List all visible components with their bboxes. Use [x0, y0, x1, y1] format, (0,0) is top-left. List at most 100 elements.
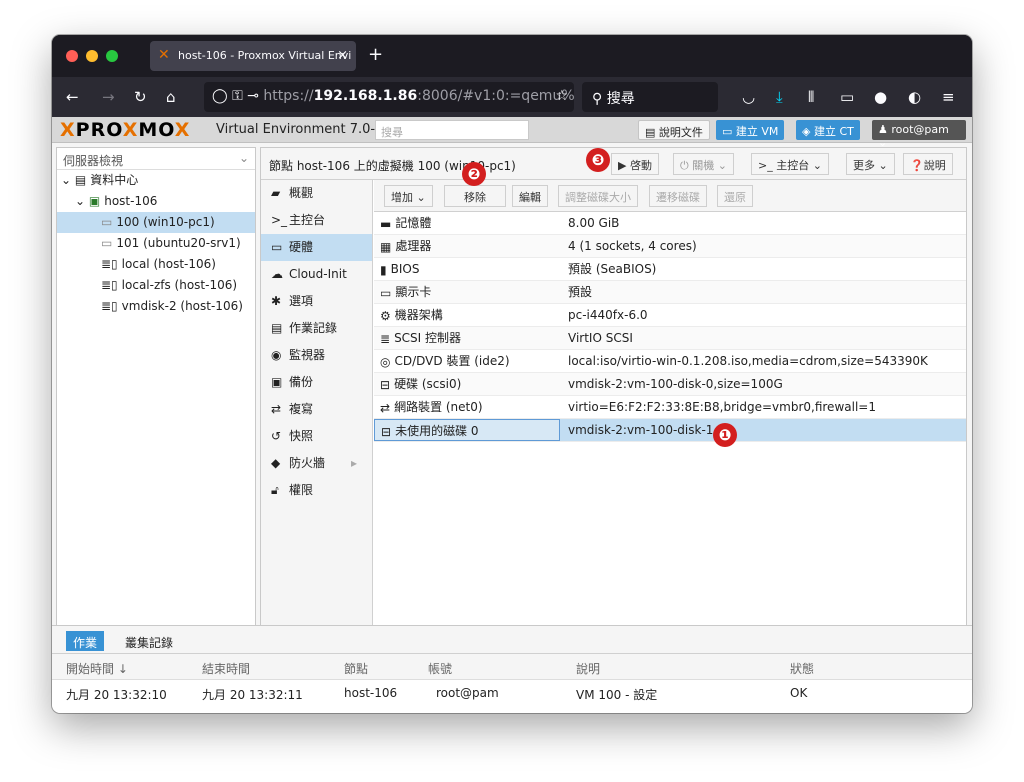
shutdown-button[interactable]: ⏻ 關機 ⌄ — [673, 153, 734, 175]
cube-icon: ◈ — [802, 125, 814, 138]
tree-storage-vmdisk-2[interactable]: ≣▯ vmdisk-2 (host-106) — [57, 296, 255, 317]
tab-title: host-106 - Proxmox Virtual Envi — [178, 49, 352, 62]
book-icon: ▤ — [645, 126, 659, 139]
close-tab-icon[interactable]: × — [337, 48, 348, 63]
menu-hardware[interactable]: ▭ 硬體 — [261, 234, 372, 261]
revert-button[interactable]: 還原 — [717, 185, 753, 207]
hw-row-cdrom[interactable]: ◎ CD/DVD 裝置 (ide2) local:iso/virtio-win-0.… — [374, 350, 966, 373]
new-tab-button[interactable]: + — [368, 44, 383, 65]
help-button[interactable]: ❓說明 — [903, 153, 953, 175]
menu-monitor[interactable]: ◉ 監視器 — [261, 342, 372, 369]
minimize-window-button[interactable] — [86, 50, 98, 62]
back-icon[interactable]: ← — [66, 88, 79, 106]
database-icon: ≣ — [380, 331, 391, 346]
hardware-panel: 增加 ⌄ 移除 編輯 調整磁碟大小 遷移磁碟 還原 ▬ 記憶體 8.00 GiB ▦… — [374, 180, 966, 700]
col-user[interactable]: 帳號 — [428, 660, 452, 677]
console-button[interactable]: >_ 主控台 ⌄ — [751, 153, 829, 175]
unlock-icon: 🔓︎ — [271, 483, 279, 497]
hw-row-display[interactable]: ▭ 顯示卡 預設 — [374, 281, 966, 304]
create-ct-button[interactable]: ◈ 建立 CT — [796, 120, 860, 140]
tree-datacenter[interactable]: ⌄ ▤ 資料中心 — [57, 170, 255, 191]
extension-icon[interactable]: ◐ — [908, 88, 921, 106]
col-start-time[interactable]: 開始時間 ↓ — [66, 660, 128, 677]
forward-icon[interactable]: → — [102, 88, 115, 106]
menu-permissions[interactable]: 🔓︎ 權限 — [261, 477, 372, 504]
resize-disk-button[interactable]: 調整磁碟大小 — [558, 185, 638, 207]
menu-icon[interactable]: ≡ — [942, 88, 955, 106]
col-description[interactable]: 說明 — [576, 660, 600, 677]
col-status[interactable]: 狀態 — [790, 660, 814, 677]
cloud-icon: ☁ — [271, 267, 283, 281]
reload-icon[interactable]: ↻ — [134, 88, 147, 106]
app-header: XPROXMOX Virtual Environment 7.0-11 搜尋 ▤… — [52, 117, 972, 149]
global-search-input[interactable]: 搜尋 — [375, 120, 529, 140]
sidebar-icon[interactable]: ▭ — [840, 88, 854, 106]
start-button[interactable]: ▶ 啓動 — [611, 153, 659, 175]
menu-console[interactable]: >_ 主控台 — [261, 207, 372, 234]
shield-icon: ◆ — [271, 456, 281, 470]
vm-icon: ▭ — [101, 215, 113, 229]
menu-backup[interactable]: ▣ 備份 — [261, 369, 372, 396]
hardware-toolbar: 增加 ⌄ 移除 編輯 調整磁碟大小 遷移磁碟 還原 — [374, 180, 966, 212]
pocket-icon[interactable]: ◡ — [742, 88, 755, 106]
menu-summary[interactable]: ▰ 概觀 — [261, 180, 372, 207]
monitor-icon: ▭ — [271, 240, 283, 254]
play-icon: ▶ — [618, 159, 630, 172]
move-disk-button[interactable]: 遷移磁碟 — [649, 185, 707, 207]
tab-tasks[interactable]: 作業 — [66, 631, 105, 651]
home-icon[interactable]: ⌂ — [166, 88, 176, 106]
monitor-icon: ▭ — [722, 125, 736, 138]
tree-node-host[interactable]: ⌄ ▣ host-106 — [57, 191, 255, 212]
hdd-icon: ⊟ — [381, 424, 392, 439]
hw-row-hard-disk[interactable]: ⊟ 硬碟 (scsi0) vmdisk-2:vm-100-disk-0,size=1… — [374, 373, 966, 396]
chevron-down-icon: ⌄ — [238, 151, 249, 165]
menu-options[interactable]: ✱ 選項 — [261, 288, 372, 315]
more-button[interactable]: 更多 ⌄ — [846, 153, 895, 175]
view-selector[interactable]: 伺服器檢視 ⌄ — [57, 148, 255, 170]
hw-row-unused-disk[interactable]: ⊟ 未使用的磁碟 0 vmdisk-2:vm-100-disk-1 — [374, 419, 966, 442]
hw-row-scsi-controller[interactable]: ≣ SCSI 控制器 VirtIO SCSI — [374, 327, 966, 350]
hw-row-memory[interactable]: ▬ 記憶體 8.00 GiB — [374, 212, 966, 235]
menu-task-history[interactable]: ▤ 作業記錄 — [261, 315, 372, 342]
browser-tab[interactable]: ✕ host-106 - Proxmox Virtual Envi × — [150, 41, 356, 71]
browser-search-label: 搜尋 — [606, 91, 635, 107]
tree-storage-local[interactable]: ≣▯ local (host-106) — [57, 254, 255, 275]
tree-vm-101[interactable]: ▭ 101 (ubuntu20-srv1) — [57, 233, 255, 254]
browser-window: ✕ host-106 - Proxmox Virtual Envi × + ← … — [52, 35, 972, 713]
menu-firewall[interactable]: ◆ 防火牆 ▸ — [261, 450, 372, 477]
search-icon: ⚲ — [592, 91, 607, 107]
library-icon[interactable]: ⫴ — [808, 88, 814, 106]
storage-icon: ≣▯ — [101, 257, 118, 271]
edit-button[interactable]: 編輯 — [512, 185, 548, 207]
hw-row-network[interactable]: ⇄ 網路裝置 (net0) virtio=E6:F2:F2:33:8E:B8,bri… — [374, 396, 966, 419]
tab-cluster-log[interactable]: 叢集記錄 — [118, 631, 180, 651]
menu-cloud-init[interactable]: ☁ Cloud-Init — [261, 261, 372, 288]
table-row[interactable]: 九月 20 13:32:10 九月 20 13:32:11 host-106 r… — [52, 680, 972, 706]
add-button[interactable]: 增加 ⌄ — [384, 185, 433, 207]
hw-row-bios[interactable]: ▮ BIOS 預設 (SeaBIOS) — [374, 258, 966, 281]
tree-storage-local-zfs[interactable]: ≣▯ local-zfs (host-106) — [57, 275, 255, 296]
account-icon[interactable]: ● — [874, 88, 887, 106]
remove-button[interactable]: 移除 — [444, 185, 506, 207]
close-window-button[interactable] — [66, 50, 78, 62]
book-icon: ▰ — [271, 186, 281, 200]
url-bar[interactable]: ◯ ⚿ ⊸ https://192.168.1.86:8006/#v1:0:=q… — [204, 82, 574, 112]
bookmark-star-icon[interactable]: ☆ — [555, 88, 568, 104]
menu-replication[interactable]: ⇄ 複寫 — [261, 396, 372, 423]
hw-row-machine[interactable]: ⚙ 機器架構 pc-i440fx-6.0 — [374, 304, 966, 327]
create-vm-button[interactable]: ▭ 建立 VM — [716, 120, 785, 140]
task-log-panel: 作業 叢集記錄 開始時間 ↓ 結束時間 節點 帳號 說明 狀態 九月 20 13… — [52, 625, 972, 713]
resource-tree: 伺服器檢視 ⌄ ⌄ ▤ 資料中心 ⌄ ▣ host-106 ▭ 100 (win10-p… — [56, 147, 256, 701]
col-end-time[interactable]: 結束時間 — [202, 660, 250, 677]
docs-button[interactable]: ▤ 說明文件 — [638, 120, 710, 140]
maximize-window-button[interactable] — [106, 50, 118, 62]
download-icon[interactable]: ⤓ — [776, 88, 783, 106]
tree-vm-100[interactable]: ▭ 100 (win10-pc1) — [57, 212, 255, 233]
hw-row-processor[interactable]: ▦ 處理器 4 (1 sockets, 4 cores) — [374, 235, 966, 258]
col-node[interactable]: 節點 — [344, 660, 368, 677]
user-menu-button[interactable]: ♟ root@pam ⌄ — [872, 120, 966, 149]
terminal-icon: >_ — [271, 213, 288, 227]
user-icon: ♟ — [878, 123, 892, 136]
browser-search[interactable]: ⚲ 搜尋 — [582, 82, 718, 112]
menu-snapshots[interactable]: ↺ 快照 — [261, 423, 372, 450]
